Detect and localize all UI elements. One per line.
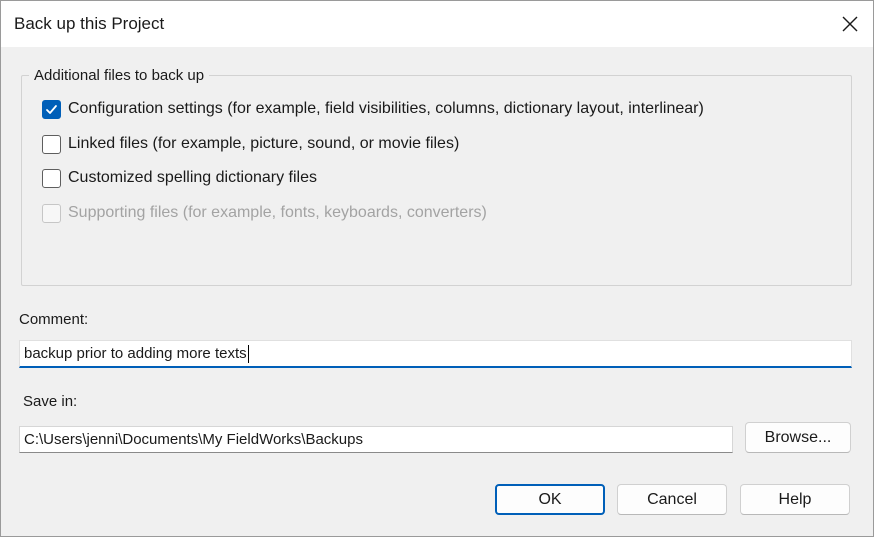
- close-button[interactable]: [827, 1, 873, 47]
- spelling-dictionary-checkbox[interactable]: Customized spelling dictionary files: [42, 167, 317, 189]
- additional-files-legend: Additional files to back up: [29, 67, 210, 84]
- comment-value: backup prior to adding more texts: [24, 345, 247, 362]
- text-caret: [247, 344, 249, 363]
- save-in-label: Save in:: [23, 393, 78, 410]
- ok-button[interactable]: OK: [495, 484, 605, 515]
- supporting-files-checkbox: Supporting files (for example, fonts, ke…: [42, 202, 487, 224]
- linked-files-checkbox[interactable]: Linked files (for example, picture, soun…: [42, 133, 459, 155]
- title-bar: Back up this Project: [1, 1, 873, 47]
- comment-label: Comment:: [19, 311, 89, 328]
- backup-dialog: Back up this Project Additional files to…: [0, 0, 874, 537]
- browse-button[interactable]: Browse...: [745, 422, 851, 453]
- save-in-path-input[interactable]: C:\Users\jenni\Documents\My FieldWorks\B…: [19, 426, 733, 453]
- dialog-title: Back up this Project: [14, 14, 165, 33]
- comment-input[interactable]: backup prior to adding more texts: [19, 340, 852, 368]
- save-in-path-value: C:\Users\jenni\Documents\My FieldWorks\B…: [24, 431, 363, 448]
- checkbox-checked-icon: [42, 99, 61, 119]
- spelling-dictionary-label: Customized spelling dictionary files: [68, 169, 317, 186]
- checkbox-unchecked-icon: [42, 134, 61, 154]
- checkbox-disabled-icon: [42, 203, 61, 223]
- linked-files-label: Linked files (for example, picture, soun…: [68, 135, 460, 152]
- config-settings-checkbox[interactable]: Configuration settings (for example, fie…: [42, 98, 704, 120]
- supporting-files-label: Supporting files (for example, fonts, ke…: [68, 204, 487, 221]
- checkbox-unchecked-icon: [42, 168, 61, 188]
- config-settings-label: Configuration settings (for example, fie…: [68, 100, 704, 117]
- cancel-button[interactable]: Cancel: [617, 484, 727, 515]
- help-button[interactable]: Help: [740, 484, 850, 515]
- close-icon: [842, 16, 858, 32]
